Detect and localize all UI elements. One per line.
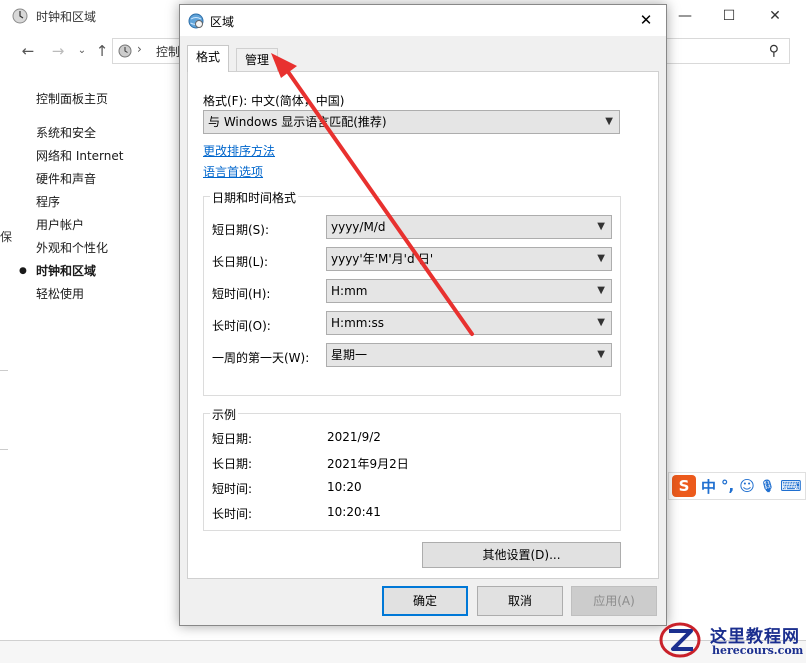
chevron-down-icon: ▼ — [597, 253, 605, 264]
short-time-value: H:mm — [331, 284, 368, 298]
cancel-button[interactable]: 取消 — [477, 586, 563, 616]
example-short-time-value: 10:20 — [327, 480, 362, 494]
chevron-down-icon: ▼ — [597, 285, 605, 296]
clock-region-icon — [12, 8, 28, 24]
sidebar-item-ease-of-access[interactable]: 轻松使用 — [36, 283, 176, 306]
short-time-select[interactable]: H:mm ▼ — [326, 279, 612, 303]
microphone-icon[interactable]: 🎙 — [760, 479, 775, 493]
ime-toolbar: S 中 °, ☺ 🎙 ⌨ — [668, 472, 806, 500]
search-icon: ⚲ — [768, 43, 779, 59]
ime-punctuation-toggle[interactable]: °, — [721, 477, 734, 495]
examples-group: 示例 短日期: 2021/9/2 长日期: 2021年9月2日 短时间: 10:… — [203, 406, 621, 531]
sidebar-item-clock-region[interactable]: ● 时钟和区域 — [19, 260, 176, 283]
chevron-down-icon: ▼ — [597, 349, 605, 360]
emoji-icon[interactable]: ☺ — [739, 477, 755, 495]
dialog-title: 区域 — [210, 15, 235, 29]
keyboard-icon[interactable]: ⌨ — [780, 477, 802, 495]
sidebar-item-appearance[interactable]: 外观和个性化 — [36, 237, 176, 260]
short-date-label: 短日期(S): — [212, 223, 270, 237]
tab-format[interactable]: 格式 — [187, 45, 230, 72]
sidebar-item-programs[interactable]: 程序 — [36, 191, 176, 214]
example-short-date-label: 短日期: — [212, 432, 253, 446]
short-time-label: 短时间(H): — [212, 287, 271, 301]
dialog-titlebar: 区域 ✕ — [180, 5, 666, 36]
forward-arrow-icon[interactable]: → — [48, 40, 68, 62]
example-long-time-value: 10:20:41 — [327, 505, 381, 519]
tab-administrative[interactable]: 管理 — [236, 48, 279, 72]
example-long-date-value: 2021年9月2日 — [327, 457, 409, 471]
dialog-close-button[interactable]: ✕ — [626, 5, 666, 36]
address-chevron-icon: › — [137, 42, 142, 56]
long-date-select[interactable]: yyyy'年'M'月'd'日' ▼ — [326, 247, 612, 271]
recent-chevron-icon[interactable]: ⌄ — [72, 40, 92, 62]
address-text: 控制 — [156, 45, 181, 59]
datetime-formats-group: 日期和时间格式 短日期(S): yyyy/M/d ▼ 长日期(L): yyyy'… — [203, 189, 621, 396]
change-sort-link[interactable]: 更改排序方法 — [203, 142, 275, 159]
example-long-date-label: 长日期: — [212, 457, 253, 471]
chevron-down-icon: ▼ — [605, 116, 613, 127]
sidebar-home-link[interactable]: 控制面板主页 — [36, 88, 176, 111]
short-date-select[interactable]: yyyy/M/d ▼ — [326, 215, 612, 239]
region-dialog: 区域 ✕ 格式 管理 格式(F): 中文(简体，中国) 与 Windows 显示… — [179, 4, 667, 626]
first-day-label: 一周的第一天(W): — [212, 351, 310, 365]
short-date-value: yyyy/M/d — [331, 220, 386, 234]
active-bullet-icon: ● — [19, 266, 27, 276]
sidebar-item-user-accounts[interactable]: 用户帐户 — [36, 214, 176, 237]
long-time-select[interactable]: H:mm:ss ▼ — [326, 311, 612, 335]
ok-button[interactable]: 确定 — [382, 586, 468, 616]
other-settings-button[interactable]: 其他设置(D)... — [422, 542, 621, 568]
chevron-down-icon: ▼ — [597, 221, 605, 232]
long-time-value: H:mm:ss — [331, 316, 384, 330]
globe-clock-icon — [188, 13, 204, 29]
back-arrow-icon[interactable]: ← — [18, 40, 38, 62]
control-panel-sidebar: 控制面板主页 系统和安全 网络和 Internet 硬件和声音 程序 用户帐户 … — [19, 88, 176, 306]
format-select-value: 与 Windows 显示语言匹配(推荐) — [208, 115, 387, 129]
watermark-logo — [659, 622, 701, 658]
sidebar-item-system-security[interactable]: 系统和安全 — [36, 122, 176, 145]
apply-button[interactable]: 应用(A) — [571, 586, 657, 616]
long-time-label: 长时间(O): — [212, 319, 271, 333]
first-day-value: 星期一 — [331, 348, 368, 362]
sidebar-item-network[interactable]: 网络和 Internet — [36, 145, 176, 168]
sogou-logo-icon[interactable]: S — [672, 475, 696, 497]
up-arrow-icon[interactable]: ↑ — [92, 40, 112, 62]
control-panel-icon — [118, 44, 132, 58]
sidebar-item-hardware-sound[interactable]: 硬件和声音 — [36, 168, 176, 191]
long-date-label: 长日期(L): — [212, 255, 269, 269]
window-title: 时钟和区域 — [36, 10, 97, 24]
examples-group-title: 示例 — [210, 406, 239, 423]
minimize-button[interactable]: — — [670, 4, 700, 28]
format-tab-panel: 格式(F): 中文(简体，中国) 与 Windows 显示语言匹配(推荐) ▼ … — [187, 71, 659, 579]
example-short-date-value: 2021/9/2 — [327, 430, 381, 444]
chevron-down-icon: ▼ — [597, 317, 605, 328]
datetime-group-title: 日期和时间格式 — [210, 189, 299, 206]
site-watermark: 这里教程网 herecours.com — [656, 618, 806, 663]
language-preferences-link[interactable]: 语言首选项 — [203, 163, 263, 180]
format-label: 格式(F): 中文(简体，中国) — [203, 94, 345, 108]
example-short-time-label: 短时间: — [212, 482, 253, 496]
long-date-value: yyyy'年'M'月'd'日' — [331, 252, 434, 266]
maximize-button[interactable]: ☐ — [714, 4, 744, 28]
ime-language-toggle[interactable]: 中 — [701, 476, 716, 497]
watermark-url-text: herecours.com — [712, 644, 804, 657]
close-button[interactable]: ✕ — [760, 4, 790, 28]
search-box[interactable]: ⚲ — [666, 38, 790, 64]
first-day-select[interactable]: 星期一 ▼ — [326, 343, 612, 367]
background-divider — [0, 370, 8, 450]
sidebar-item-clock-region-label: 时钟和区域 — [36, 264, 97, 278]
example-long-time-label: 长时间: — [212, 507, 253, 521]
clipped-text: 保 — [0, 230, 13, 244]
format-select[interactable]: 与 Windows 显示语言匹配(推荐) ▼ — [203, 110, 620, 134]
